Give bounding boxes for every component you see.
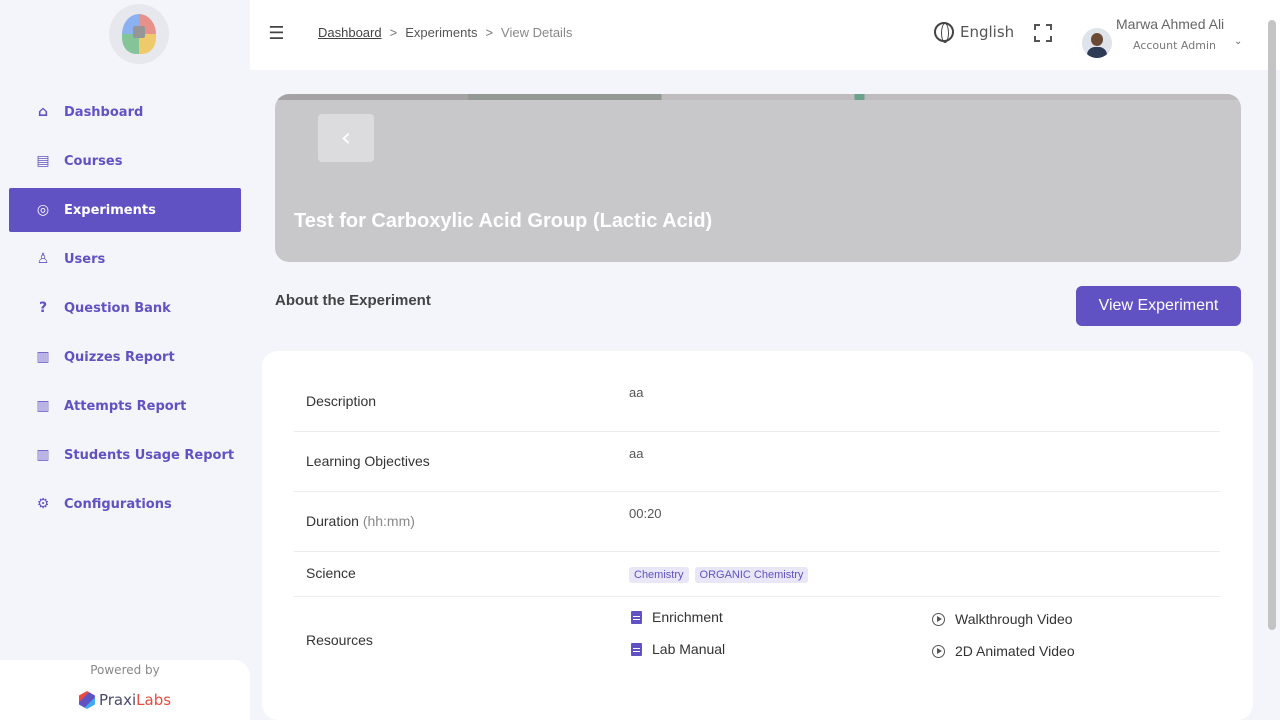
breadcrumb-experiments[interactable]: Experiments [405, 25, 477, 40]
sidebar-item-attempts-report[interactable]: ▥ Attempts Report [9, 384, 241, 428]
divider [294, 551, 1220, 552]
breadcrumb-dashboard-link[interactable]: Dashboard [318, 25, 382, 40]
fullscreen-icon [1034, 24, 1040, 30]
duration-label: Duration (hh:mm) [306, 513, 415, 529]
breadcrumb: Dashboard > Experiments > View Details [318, 25, 572, 40]
cube-logo-icon [78, 691, 95, 709]
sidebar-item-quizzes-report[interactable]: ▥ Quizzes Report [9, 335, 241, 379]
report-icon: ▥ [36, 398, 50, 414]
science-tag: ORGANIC Chemistry [694, 567, 809, 583]
learning-objectives-label: Learning Objectives [306, 453, 430, 469]
chevron-down-icon: ⌄ [1234, 36, 1243, 47]
sidebar-item-users[interactable]: ♙ Users [9, 237, 241, 281]
play-icon [932, 612, 945, 626]
topbar: ☰ Dashboard > Experiments > View Details… [250, 0, 1280, 70]
fullscreen-button[interactable] [1034, 24, 1052, 42]
breadcrumb-separator: > [485, 25, 494, 40]
praxilabs-logo[interactable]: Praxi Labs [0, 691, 250, 709]
sidebar-item-experiments[interactable]: ◎ Experiments [9, 188, 241, 232]
sidebar-item-label: Quizzes Report [64, 349, 175, 365]
sidebar-item-label: Users [64, 251, 106, 267]
user-icon: ♙ [36, 251, 50, 267]
language-label: English [960, 23, 1015, 41]
resource-label: Enrichment [652, 609, 723, 625]
view-experiment-button[interactable]: View Experiment [1076, 286, 1241, 326]
lightbulb-logo-icon [122, 14, 156, 54]
home-icon: ⌂ [37, 104, 49, 120]
divider [294, 596, 1220, 597]
sidebar-item-courses[interactable]: ▤ Courses [9, 139, 241, 183]
resources-label: Resources [306, 632, 373, 648]
report-icon: ▥ [36, 447, 50, 463]
experiment-banner: ‹ Test for Carboxylic Acid Group (Lactic… [275, 94, 1241, 262]
resource-2d-animated-video[interactable]: 2D Animated Video [932, 643, 1075, 659]
menu-toggle-button[interactable]: ☰ [251, 0, 302, 66]
resource-walkthrough-video[interactable]: Walkthrough Video [932, 611, 1073, 627]
avatar [1082, 28, 1112, 58]
sidebar-item-label: Configurations [64, 496, 172, 512]
duration-label-text: Duration [306, 513, 359, 529]
divider [294, 431, 1220, 432]
breadcrumb-separator: > [389, 25, 398, 40]
resource-lab-manual[interactable]: Lab Manual [631, 641, 725, 657]
language-selector[interactable]: English [934, 22, 1015, 43]
duration-hint: (hh:mm) [362, 513, 415, 529]
hamburger-icon: ☰ [268, 22, 285, 44]
report-icon: ▥ [36, 349, 50, 365]
sidebar-item-question-bank[interactable]: ? Question Bank [9, 286, 241, 330]
document-icon [631, 642, 642, 656]
sidebar-nav: ⌂ Dashboard ▤ Courses ◎ Experiments ♙ Us… [9, 90, 241, 531]
user-name: Marwa Ahmed Ali [1116, 16, 1225, 32]
banner-image [275, 94, 1241, 100]
description-value: aa [629, 385, 644, 400]
sidebar-item-label: Dashboard [64, 104, 144, 120]
book-icon: ▤ [36, 153, 50, 169]
breadcrumb-current: View Details [501, 25, 573, 40]
play-icon [932, 644, 945, 658]
sidebar-item-label: Question Bank [64, 300, 171, 316]
description-label: Description [306, 393, 377, 409]
science-tags: Chemistry ORGANIC Chemistry [629, 566, 814, 583]
powered-by-label: Powered by [90, 663, 160, 677]
resource-label: Lab Manual [652, 641, 726, 657]
resource-label: Walkthrough Video [955, 611, 1073, 627]
gear-icon: ⚙ [36, 496, 50, 512]
globe-icon [934, 22, 954, 43]
logo-badge [109, 4, 169, 64]
page-title: Test for Carboxylic Acid Group (Lactic A… [294, 210, 713, 232]
experiment-details-card: Description aa Learning Objectives aa Du… [262, 351, 1253, 720]
sidebar-item-configurations[interactable]: ⚙ Configurations [9, 482, 241, 526]
powered-by-footer: Powered by Praxi Labs [0, 660, 250, 720]
question-icon: ? [38, 300, 48, 316]
sidebar-item-label: Students Usage Report [64, 447, 235, 463]
resource-label: 2D Animated Video [955, 643, 1075, 659]
aperture-icon: ◎ [36, 202, 50, 218]
document-icon [631, 610, 642, 624]
user-role: Account Admin [1133, 39, 1216, 52]
sidebar-item-label: Courses [64, 153, 123, 169]
sidebar-item-label: Attempts Report [64, 398, 187, 414]
sidebar-item-label: Experiments [64, 202, 156, 218]
science-tag: Chemistry [629, 567, 689, 583]
page-scrollbar[interactable] [1268, 20, 1276, 630]
learning-objectives-value: aa [629, 446, 644, 461]
brand-name-b: Labs [136, 691, 172, 709]
logo[interactable] [24, 0, 254, 68]
user-menu[interactable]: Marwa Ahmed Ali Account Admin ⌄ [1080, 8, 1250, 64]
sidebar: ⌂ Dashboard ▤ Courses ◎ Experiments ♙ Us… [0, 0, 250, 720]
science-label: Science [306, 565, 356, 581]
duration-value: 00:20 [629, 506, 662, 521]
brand-name-a: Praxi [98, 691, 137, 709]
sidebar-item-dashboard[interactable]: ⌂ Dashboard [9, 90, 241, 134]
resource-enrichment[interactable]: Enrichment [631, 609, 723, 625]
chevron-left-icon: ‹ [340, 123, 352, 153]
back-button[interactable]: ‹ [318, 114, 374, 162]
section-heading: About the Experiment [275, 292, 431, 309]
sidebar-item-students-usage-report[interactable]: ▥ Students Usage Report [9, 433, 241, 477]
divider [294, 491, 1220, 492]
